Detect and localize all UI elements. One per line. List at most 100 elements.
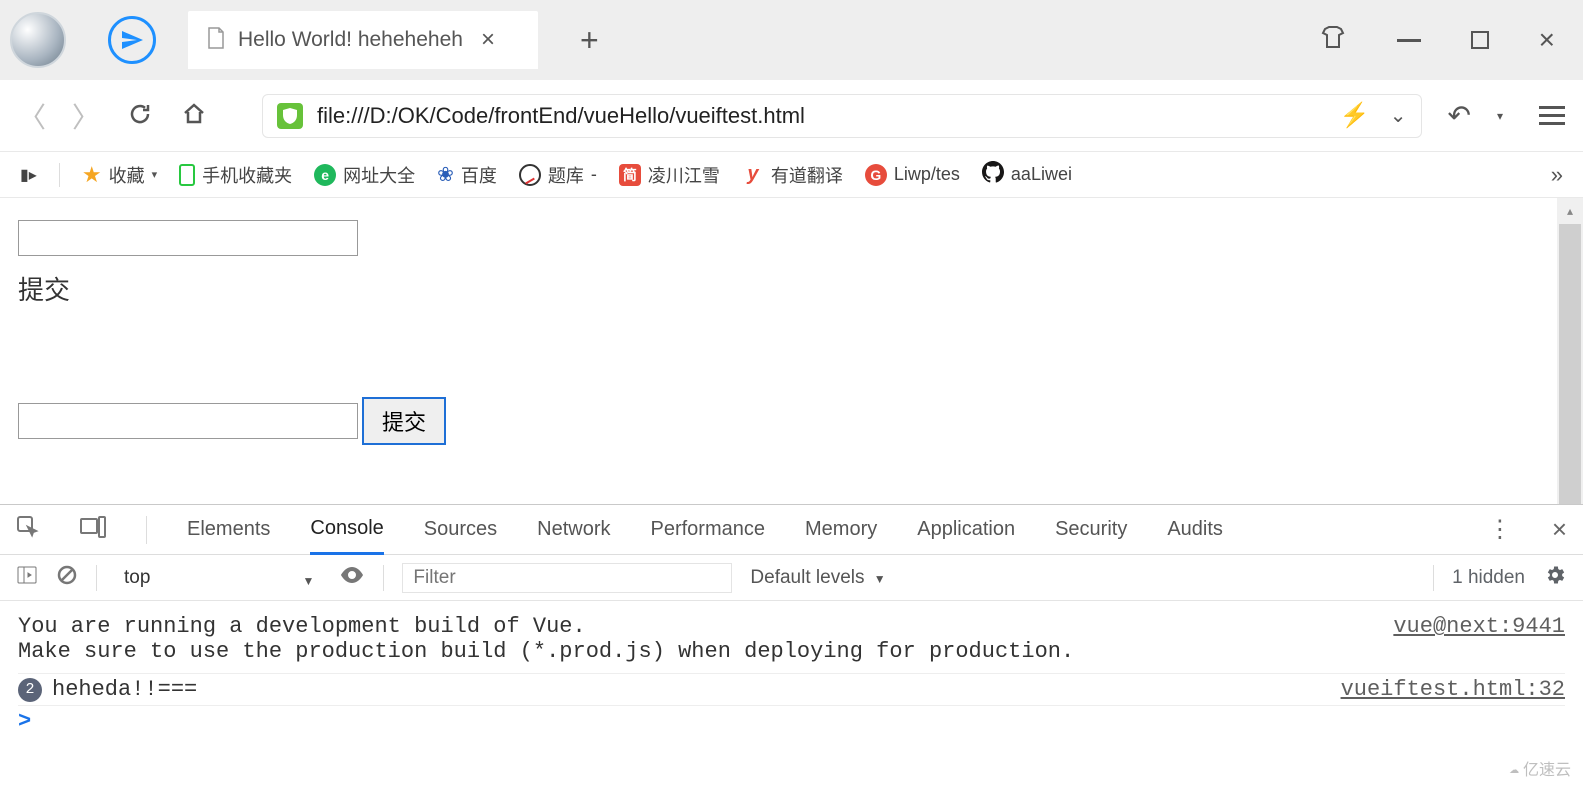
console-settings-button[interactable] xyxy=(1543,563,1567,593)
main-menu-button[interactable] xyxy=(1539,106,1565,125)
sidebar-toggle-icon[interactable]: ▮▸ xyxy=(20,165,37,185)
tab-security[interactable]: Security xyxy=(1055,518,1127,541)
log-levels-selector[interactable]: Default levels ▼ xyxy=(750,567,903,589)
console-filter-input[interactable] xyxy=(402,563,732,593)
console-output: You are running a development build of V… xyxy=(0,601,1583,786)
scroll-up-icon[interactable]: ▴ xyxy=(1557,198,1583,224)
bookmark-liwp[interactable]: G Liwp/tes xyxy=(865,164,960,186)
tab-elements[interactable]: Elements xyxy=(187,518,270,541)
tab-close-button[interactable]: × xyxy=(481,26,495,54)
bookmark-label: 手机收藏夹 xyxy=(202,162,292,188)
bookmark-aaliwei[interactable]: aaLiwei xyxy=(982,161,1072,188)
repeat-count-badge: 2 xyxy=(18,678,42,702)
cloud-icon: ☁ xyxy=(1509,758,1519,778)
scrollbar[interactable]: ▴ xyxy=(1557,198,1583,504)
url-box[interactable]: file:///D:/OK/Code/frontEnd/vueHello/vue… xyxy=(262,94,1421,138)
tab-network[interactable]: Network xyxy=(537,518,610,541)
tiku-icon xyxy=(519,164,541,186)
separator xyxy=(383,565,384,591)
console-sidebar-toggle[interactable] xyxy=(16,564,38,592)
reload-button[interactable] xyxy=(126,100,154,132)
levels-label: Default levels xyxy=(750,567,864,588)
chevron-down-icon: ▼ xyxy=(874,572,886,586)
undo-dropdown-icon[interactable]: ▾ xyxy=(1497,109,1503,123)
bolt-icon[interactable]: ⚡ xyxy=(1340,101,1370,130)
maximize-button[interactable] xyxy=(1471,31,1489,49)
skin-icon[interactable] xyxy=(1319,25,1347,55)
devtools-close-button[interactable]: × xyxy=(1552,514,1567,545)
console-prompt-row[interactable]: > xyxy=(18,706,1565,737)
console-prompt-icon: > xyxy=(18,709,31,734)
live-expression-button[interactable] xyxy=(339,566,365,590)
tab-performance[interactable]: Performance xyxy=(651,518,766,541)
tab-memory[interactable]: Memory xyxy=(805,518,877,541)
scroll-thumb[interactable] xyxy=(1559,224,1581,504)
github-icon xyxy=(982,161,1004,188)
home-button[interactable] xyxy=(180,100,208,132)
url-dropdown-icon[interactable]: ⌄ xyxy=(1390,103,1407,128)
separator xyxy=(1433,565,1434,591)
tab-title: Hello World! heheheheh xyxy=(238,28,463,52)
baidu-icon: ❀ xyxy=(437,162,454,187)
address-bar: 〈 〉 file:///D:/OK/Code/frontEnd/vueHello… xyxy=(0,80,1583,152)
devtools-menu-button[interactable]: ⋮ xyxy=(1488,515,1512,544)
browser-tab[interactable]: Hello World! heheheheh × xyxy=(188,11,538,69)
titlebar: Hello World! heheheheh × + × xyxy=(0,0,1583,80)
bookmark-youdao[interactable]: y 有道翻译 xyxy=(742,162,843,188)
bookmark-baidu[interactable]: ❀ 百度 xyxy=(437,162,497,188)
tab-application[interactable]: Application xyxy=(917,518,1015,541)
bookmark-label: 题库 xyxy=(548,162,584,188)
bookmark-label: aaLiwei xyxy=(1011,164,1072,185)
watermark: ☁ 亿速云 xyxy=(1509,756,1571,780)
window-close-button[interactable]: × xyxy=(1539,24,1555,56)
separator xyxy=(59,163,60,187)
device-toggle-button[interactable] xyxy=(80,516,106,544)
360-icon: e xyxy=(314,164,336,186)
devtools-tabs: Elements Console Sources Network Perform… xyxy=(0,505,1583,555)
back-button[interactable]: 〈 xyxy=(18,96,46,136)
bookmark-wzdq[interactable]: e 网址大全 xyxy=(314,162,415,188)
bookmark-label: 百度 xyxy=(461,162,497,188)
context-selector[interactable]: top ▼ xyxy=(115,563,321,593)
clear-console-button[interactable] xyxy=(56,564,78,592)
bookmark-label: 收藏 xyxy=(109,162,145,188)
chevron-down-icon: ▾ xyxy=(152,168,158,181)
bookmark-favorites[interactable]: ★ 收藏 ▾ xyxy=(82,162,157,188)
console-source-link[interactable]: vue@next:9441 xyxy=(1393,614,1565,639)
bookmark-tiku[interactable]: 题库 - xyxy=(519,162,597,188)
tab-audits[interactable]: Audits xyxy=(1167,518,1223,541)
tab-console[interactable]: Console xyxy=(310,517,383,555)
hidden-count[interactable]: 1 hidden xyxy=(1452,567,1525,589)
console-source-link[interactable]: vueiftest.html:32 xyxy=(1341,677,1565,702)
jian-icon: 简 xyxy=(619,164,641,186)
separator xyxy=(146,516,147,544)
bookmarks-overflow[interactable]: » xyxy=(1551,162,1563,188)
new-tab-button[interactable]: + xyxy=(580,22,599,59)
phone-icon xyxy=(179,164,195,186)
youdao-icon: y xyxy=(742,164,764,186)
user-avatar[interactable] xyxy=(10,12,66,68)
gitee-icon: G xyxy=(865,164,887,186)
devtools-panel: Elements Console Sources Network Perform… xyxy=(0,504,1583,786)
form1-submit-text[interactable]: 提交 xyxy=(18,270,1565,307)
console-text: Make sure to use the production build (*… xyxy=(18,639,1074,664)
bookmark-lcjx[interactable]: 简 凌川江雪 xyxy=(619,162,720,188)
window-controls: × xyxy=(1319,24,1573,56)
inspect-element-button[interactable] xyxy=(16,515,40,545)
form1-input[interactable] xyxy=(18,220,358,256)
console-toolbar: top ▼ Default levels ▼ 1 hidden xyxy=(0,555,1583,601)
undo-button[interactable]: ↶ xyxy=(1448,99,1471,132)
form2-input[interactable] xyxy=(18,403,358,439)
minimize-button[interactable] xyxy=(1397,39,1421,42)
watermark-text: 亿速云 xyxy=(1523,756,1571,780)
console-text: You are running a development build of V… xyxy=(18,614,1074,639)
security-shield-icon xyxy=(277,103,303,129)
bookmark-mobile[interactable]: 手机收藏夹 xyxy=(179,162,292,188)
separator xyxy=(96,565,97,591)
page-icon xyxy=(206,26,226,54)
form2-submit-button[interactable]: 提交 xyxy=(362,397,446,445)
send-button[interactable] xyxy=(108,16,156,64)
tab-sources[interactable]: Sources xyxy=(424,518,497,541)
chevron-down-icon: ▼ xyxy=(303,574,315,588)
forward-button[interactable]: 〉 xyxy=(72,96,100,136)
